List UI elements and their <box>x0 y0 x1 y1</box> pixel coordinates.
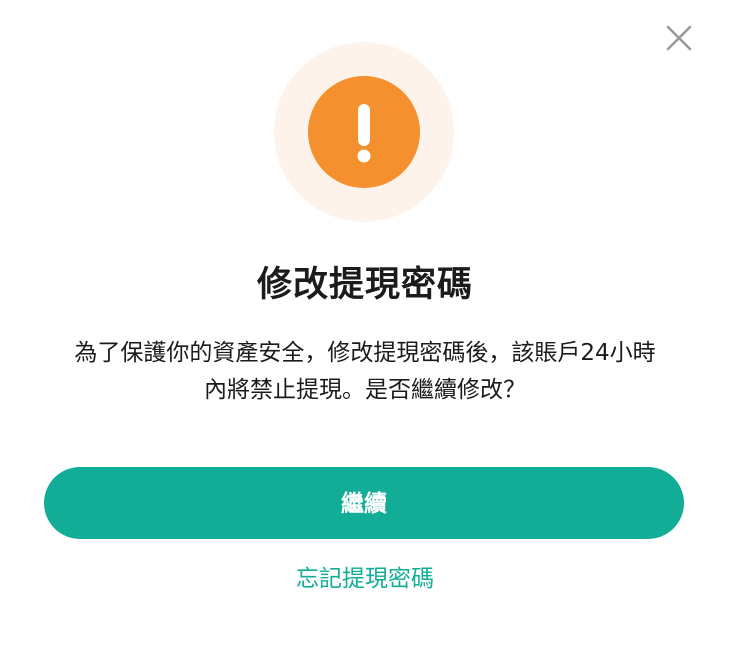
warning-icon-halo <box>274 42 454 222</box>
dialog-message-line-2: 內將禁止提現。是否繼續修改？ <box>204 377 526 403</box>
forgot-withdraw-password-link[interactable]: 忘記提現密碼 <box>0 562 730 596</box>
dialog-message: 為了保護你的資產安全，修改提現密碼後，該賬戶24小時 內將禁止提現。是否繼續修改… <box>40 335 690 409</box>
dialog-title: 修改提現密碼 <box>256 265 473 305</box>
exclamation-icon <box>357 104 371 163</box>
change-withdraw-password-dialog: 修改提現密碼 為了保護你的資產安全，修改提現密碼後，該賬戶24小時 內將禁止提現… <box>0 0 730 645</box>
warning-icon-circle <box>308 76 420 188</box>
dialog-message-line-1: 為了保護你的資產安全，修改提現密碼後，該賬戶24小時 <box>74 340 656 366</box>
close-icon[interactable] <box>664 23 694 53</box>
continue-button[interactable]: 繼續 <box>44 467 684 539</box>
close-button[interactable] <box>664 23 694 53</box>
